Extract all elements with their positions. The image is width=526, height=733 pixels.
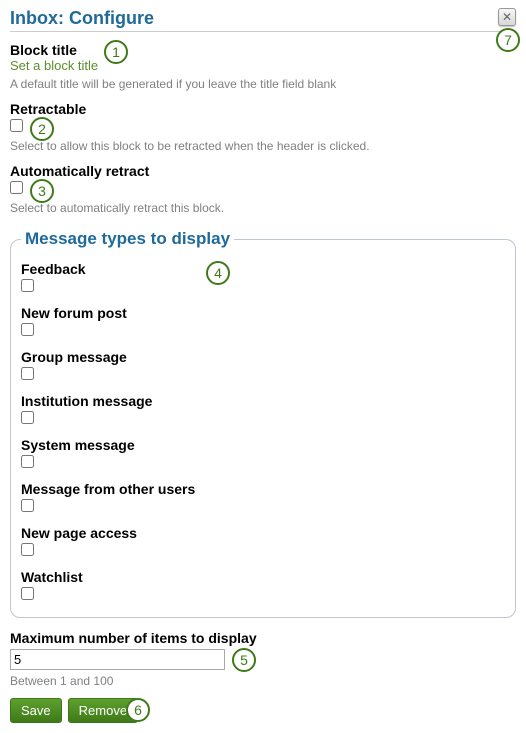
msg-type-label: Group message bbox=[21, 349, 505, 365]
msg-type-checkbox-message-from-other-users[interactable] bbox=[21, 499, 34, 512]
page-title: Inbox: Configure bbox=[10, 8, 154, 29]
max-items-input[interactable] bbox=[10, 649, 225, 670]
msg-type-checkbox-system-message[interactable] bbox=[21, 455, 34, 468]
retractable-help: Select to allow this block to be retract… bbox=[10, 139, 516, 153]
max-items-help: Between 1 and 100 bbox=[10, 674, 516, 688]
auto-retract-checkbox[interactable] bbox=[10, 181, 23, 194]
msg-type-checkbox-watchlist[interactable] bbox=[21, 587, 34, 600]
annotation-3: 3 bbox=[30, 179, 54, 203]
annotation-5: 5 bbox=[232, 648, 256, 672]
msg-type-label: New forum post bbox=[21, 305, 505, 321]
retractable-label: Retractable bbox=[10, 101, 516, 117]
message-types-fieldset: Message types to display 4 Feedback New … bbox=[10, 229, 516, 618]
auto-retract-help: Select to automatically retract this blo… bbox=[10, 201, 516, 215]
msg-type-label: New page access bbox=[21, 525, 505, 541]
save-button[interactable]: Save bbox=[10, 698, 62, 723]
msg-type-label: Message from other users bbox=[21, 481, 505, 497]
max-items-label: Maximum number of items to display bbox=[10, 630, 516, 646]
block-title-label: Block title bbox=[10, 42, 516, 58]
close-button[interactable]: ✕ bbox=[498, 8, 516, 26]
msg-type-checkbox-feedback[interactable] bbox=[21, 279, 34, 292]
auto-retract-label: Automatically retract bbox=[10, 163, 516, 179]
msg-type-checkbox-group-message[interactable] bbox=[21, 367, 34, 380]
remove-button[interactable]: Remove bbox=[68, 698, 138, 723]
msg-type-label: System message bbox=[21, 437, 505, 453]
close-icon: ✕ bbox=[502, 10, 512, 24]
message-types-legend: Message types to display bbox=[21, 229, 234, 249]
retractable-checkbox[interactable] bbox=[10, 119, 23, 132]
annotation-2: 2 bbox=[30, 117, 54, 141]
set-block-title-link[interactable]: Set a block title bbox=[10, 58, 98, 73]
msg-type-checkbox-new-forum-post[interactable] bbox=[21, 323, 34, 336]
msg-type-label: Feedback bbox=[21, 261, 505, 277]
msg-type-checkbox-new-page-access[interactable] bbox=[21, 543, 34, 556]
block-title-help: A default title will be generated if you… bbox=[10, 77, 516, 91]
msg-type-label: Institution message bbox=[21, 393, 505, 409]
msg-type-label: Watchlist bbox=[21, 569, 505, 585]
msg-type-checkbox-institution-message[interactable] bbox=[21, 411, 34, 424]
